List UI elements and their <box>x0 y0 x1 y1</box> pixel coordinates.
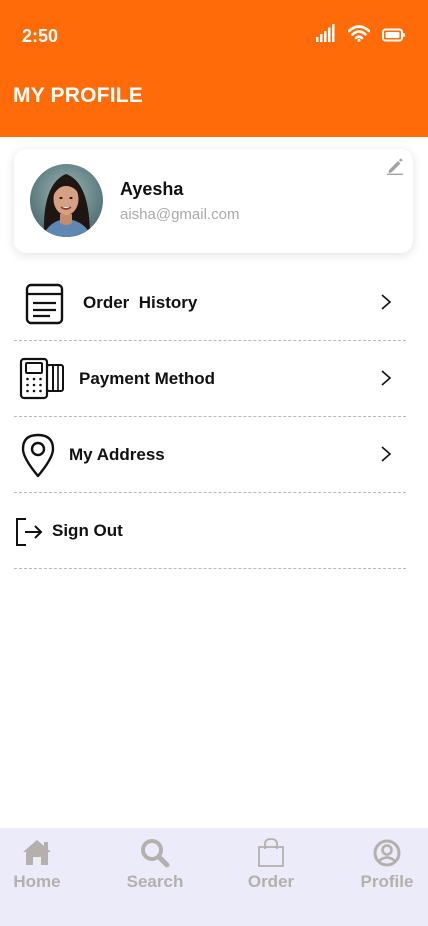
search-icon <box>141 839 170 868</box>
order-history-icon <box>25 283 65 325</box>
page-title: MY PROFILE <box>13 84 143 107</box>
nav-label-search: Search <box>126 872 184 891</box>
bottom-nav: Home Search Order Profile <box>0 828 428 926</box>
nav-profile[interactable]: Profile <box>342 838 428 892</box>
menu-item-my-address[interactable]: My Address <box>14 417 406 493</box>
profile-card[interactable]: Ayesha aisha@gmail.com <box>14 149 413 253</box>
wifi-icon <box>348 25 370 42</box>
menu-item-sign-out[interactable]: Sign Out <box>14 493 406 569</box>
nav-search[interactable]: Search <box>110 838 200 892</box>
menu-label-order-history: Order History <box>83 293 198 312</box>
menu-label-my-address: My Address <box>69 445 165 464</box>
user-name: Ayesha <box>120 179 184 199</box>
status-time: 2:50 <box>22 26 59 46</box>
nav-home[interactable]: Home <box>0 838 82 892</box>
chevron-right-icon <box>381 370 392 386</box>
avatar <box>30 164 103 237</box>
menu-label-sign-out: Sign Out <box>52 521 123 540</box>
menu-label-payment-method: Payment Method <box>79 369 216 388</box>
chevron-right-icon <box>381 294 392 310</box>
profile-icon <box>373 839 401 867</box>
nav-order[interactable]: Order <box>226 838 316 892</box>
status-icons <box>316 24 406 42</box>
nav-label-profile: Profile <box>360 872 414 891</box>
nav-label-home: Home <box>13 872 61 891</box>
profile-menu: Order History Payment Method My Address … <box>14 265 406 569</box>
signal-icon <box>316 24 335 42</box>
sign-out-icon <box>14 517 44 547</box>
menu-item-order-history[interactable]: Order History <box>14 265 406 341</box>
edit-pencil-icon[interactable] <box>386 157 404 175</box>
menu-item-payment-method[interactable]: Payment Method <box>14 341 406 417</box>
nav-label-order: Order <box>247 872 295 891</box>
chevron-right-icon <box>381 446 392 462</box>
app-header: 2:50 MY PROFILE <box>0 0 428 137</box>
user-email: aisha@gmail.com <box>120 206 240 223</box>
shopping-bag-icon <box>258 838 284 867</box>
battery-icon <box>382 28 405 42</box>
location-pin-icon <box>20 432 56 478</box>
payment-terminal-icon <box>19 357 65 401</box>
home-icon <box>23 840 51 865</box>
